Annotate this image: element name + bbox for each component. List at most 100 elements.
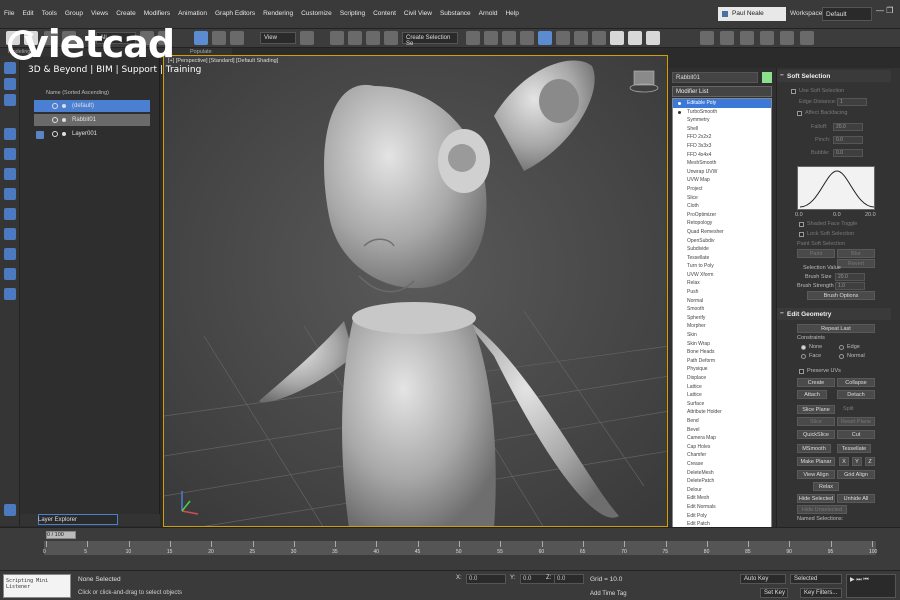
modifier-item[interactable]: Spherify: [673, 314, 771, 323]
modifier-item[interactable]: Crease: [673, 460, 771, 469]
viewport-label[interactable]: [+] [Perspective] [Standard] [Default Sh…: [168, 58, 278, 64]
constraint-edge-radio[interactable]: [839, 345, 844, 350]
select-scale-icon[interactable]: [230, 31, 244, 45]
modifier-item[interactable]: Path Deform: [673, 357, 771, 366]
modifier-item[interactable]: Smooth: [673, 305, 771, 314]
modifier-item[interactable]: ProOptimizer: [673, 211, 771, 220]
object-name-field[interactable]: Rabbit01: [672, 72, 758, 83]
menu-item-graph-editors[interactable]: Graph Editors: [215, 10, 263, 17]
modifier-item[interactable]: Bend: [673, 417, 771, 426]
render-setup-icon[interactable]: [610, 31, 624, 45]
tessellate-button[interactable]: Tessellate: [837, 444, 871, 453]
modifier-item[interactable]: DeletePatch: [673, 477, 771, 486]
ribbon-icon[interactable]: [538, 31, 552, 45]
cut-button[interactable]: Cut: [837, 430, 875, 439]
arnold-icon[interactable]: [700, 31, 714, 45]
rendered-frame-window-icon[interactable]: [628, 31, 642, 45]
window-controls[interactable]: — ❐: [876, 6, 896, 22]
selected-dropdown[interactable]: Selected: [790, 574, 842, 584]
reference-coordinate-dropdown[interactable]: View: [260, 32, 296, 44]
modifier-item[interactable]: Delour: [673, 486, 771, 495]
planar-z-button[interactable]: Z: [865, 457, 875, 466]
modifier-item[interactable]: Tessellate: [673, 254, 771, 263]
modifier-item[interactable]: Slice: [673, 194, 771, 203]
user-account-button[interactable]: Paul Neale: [718, 7, 786, 21]
repeat-last-button[interactable]: Repeat Last: [797, 324, 875, 333]
select-rotate-icon[interactable]: [212, 31, 226, 45]
explorer-row-default[interactable]: (default): [34, 100, 150, 112]
edge-distance-spinner[interactable]: 1: [837, 98, 867, 106]
menu-item-tools[interactable]: Tools: [42, 10, 65, 17]
affect-backfacing-checkbox[interactable]: [797, 111, 802, 116]
explorer-row-rabbit01[interactable]: Rabbit01: [34, 114, 150, 126]
render-toggle-icon[interactable]: [4, 288, 16, 300]
modifier-item[interactable]: Edit Normals: [673, 503, 771, 512]
playback-controls[interactable]: ▶ ⏭ ⏮: [846, 574, 896, 598]
x-coord-field[interactable]: 0.0: [466, 574, 506, 584]
add-time-tag-button[interactable]: Add Time Tag: [590, 591, 627, 597]
explorer-column-header[interactable]: Name (Sorted Ascending): [46, 90, 109, 96]
menu-item-create[interactable]: Create: [116, 10, 144, 17]
modifier-item[interactable]: Skin: [673, 331, 771, 340]
create-panel-icon[interactable]: [4, 62, 16, 74]
set-key-button[interactable]: Set Key: [760, 588, 788, 598]
named-selection-sets-dropdown[interactable]: Create Selection Se: [402, 32, 458, 47]
soft-selection-rollout[interactable]: Soft Selection: [777, 70, 891, 82]
visibility-icon[interactable]: [52, 131, 58, 137]
modifier-item[interactable]: Lattice: [673, 391, 771, 400]
make-planar-button[interactable]: Make Planar: [797, 457, 835, 466]
time-ruler[interactable]: 0 5 10 15 20 25 30 35 40 45 50 55 60 65 70 75 80 85 90 95 10…: [43, 541, 877, 555]
snap-icon[interactable]: [330, 31, 344, 45]
extra-tool-2-icon[interactable]: [760, 31, 774, 45]
modifier-item[interactable]: FFD 4x4x4: [673, 151, 771, 160]
percent-snap-icon[interactable]: [366, 31, 380, 45]
menu-item-substance[interactable]: Substance: [440, 10, 479, 17]
reset-plane-button[interactable]: Reset Plane: [837, 417, 875, 426]
constraint-normal-radio[interactable]: [839, 354, 844, 359]
bubble-spinner[interactable]: 0.0: [833, 149, 863, 157]
detach-button[interactable]: Detach: [837, 390, 875, 399]
attach-button[interactable]: Attach: [797, 390, 827, 399]
modifier-item[interactable]: MeshSmooth: [673, 159, 771, 168]
modifier-item[interactable]: Edit Poly: [673, 512, 771, 521]
motion-panel-icon[interactable]: [4, 128, 16, 140]
modifier-item[interactable]: Attribute Holder: [673, 408, 771, 417]
planar-x-button[interactable]: X: [839, 457, 849, 466]
menu-item-modifiers[interactable]: Modifiers: [144, 10, 178, 17]
constraint-none-radio[interactable]: [801, 345, 806, 350]
preserve-uvs-checkbox[interactable]: [799, 369, 804, 374]
modifier-item[interactable]: DeleteMesh: [673, 469, 771, 478]
hide-selected-button[interactable]: Hide Selected: [797, 494, 835, 503]
z-coord-field[interactable]: 0.0: [554, 574, 584, 584]
planar-y-button[interactable]: Y: [852, 457, 862, 466]
layer-explorer-toggle-icon[interactable]: [4, 504, 16, 516]
constraint-face-radio[interactable]: [801, 354, 806, 359]
view-align-button[interactable]: View Align: [797, 470, 835, 479]
spinner-snap-icon[interactable]: [384, 31, 398, 45]
menu-item-views[interactable]: Views: [91, 10, 116, 17]
revert-button[interactable]: Revert: [837, 259, 875, 268]
modifier-item[interactable]: Morpher: [673, 322, 771, 331]
modifier-item[interactable]: Cap Holes: [673, 443, 771, 452]
edit-geometry-rollout[interactable]: Edit Geometry: [777, 308, 891, 320]
perspective-viewport[interactable]: [+] [Perspective] [Standard] [Default Sh…: [163, 55, 668, 527]
hide-unselected-button[interactable]: Hide Unselected: [797, 505, 847, 514]
menu-item-customize[interactable]: Customize: [301, 10, 340, 17]
freeze-icon[interactable]: [4, 248, 16, 260]
modifier-item[interactable]: FFD 3x3x3: [673, 142, 771, 151]
modifier-item[interactable]: Editable Poly: [673, 99, 771, 108]
pinch-spinner[interactable]: 0.0: [833, 136, 863, 144]
modifier-item[interactable]: Retopology: [673, 219, 771, 228]
menu-item-civil-view[interactable]: Civil View: [404, 10, 440, 17]
modifier-item[interactable]: Quad Remesher: [673, 228, 771, 237]
paint-button[interactable]: Paint: [797, 249, 835, 258]
modifier-item[interactable]: Shell: [673, 125, 771, 134]
menu-item-animation[interactable]: Animation: [178, 10, 215, 17]
layer-icon[interactable]: [4, 228, 16, 240]
pivot-icon[interactable]: [300, 31, 314, 45]
visibility-icon[interactable]: [52, 103, 58, 109]
key-filters-button[interactable]: Key Filters...: [800, 588, 842, 598]
blur-button[interactable]: Blur: [837, 249, 875, 258]
mirror-icon[interactable]: [466, 31, 480, 45]
select-move-icon[interactable]: [194, 31, 208, 45]
